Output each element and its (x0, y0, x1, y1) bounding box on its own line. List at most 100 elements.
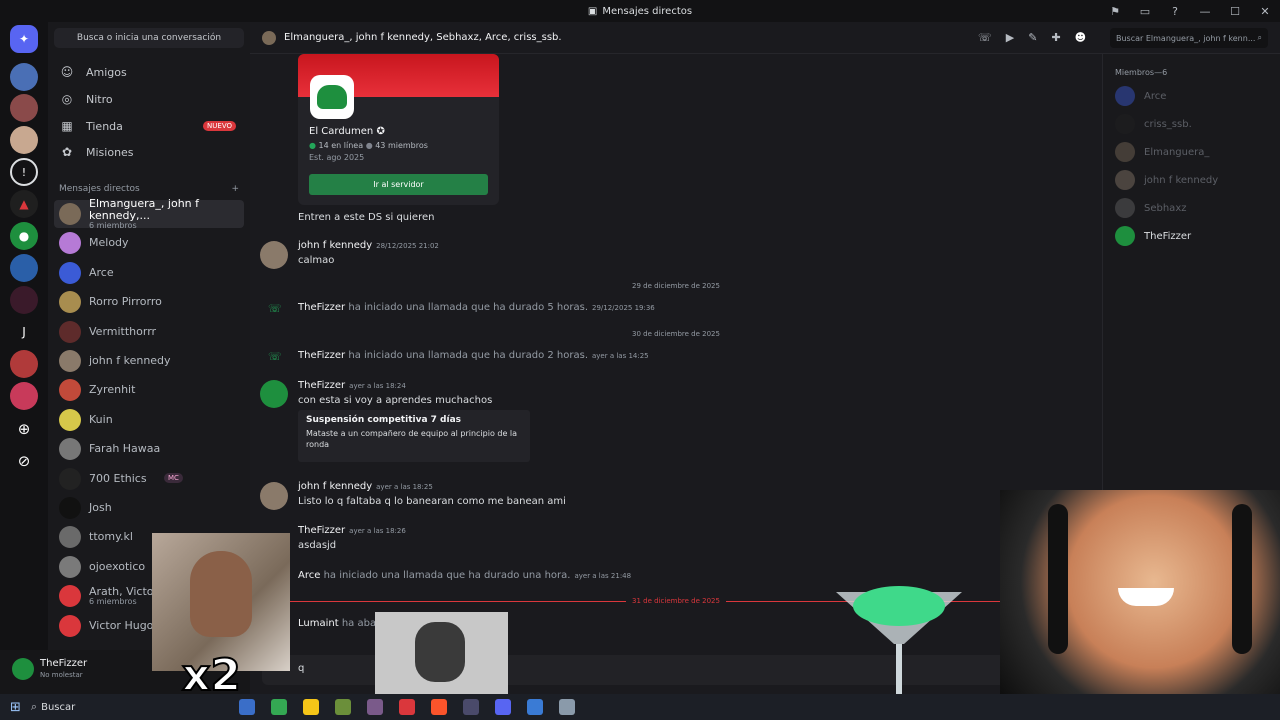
dm-item[interactable]: MC 700 Ethics (54, 465, 244, 493)
avatar (1115, 86, 1135, 106)
dm-labels: ojoexotico (89, 560, 145, 573)
server-icon[interactable] (10, 254, 38, 282)
nav-shop[interactable]: ▦ Tienda NUEVO (58, 114, 244, 138)
search-conversation-button[interactable]: Busca o inicia una conversación (54, 28, 244, 48)
member-item[interactable]: Arce (1115, 86, 1166, 106)
server-icon[interactable] (10, 350, 38, 378)
server-icon[interactable] (10, 382, 38, 410)
server-icon[interactable] (10, 94, 38, 122)
clock-icon[interactable]: ! (10, 158, 38, 186)
taskbar-search-icon: ⌕ (30, 700, 38, 713)
search-icon: ⌕ (1257, 33, 1262, 42)
app-icon[interactable] (527, 699, 544, 715)
date-divider: 30 de diciembre de 2025 (632, 330, 720, 338)
taskbar-search[interactable]: Buscar (41, 702, 231, 713)
dm-name: Farah Hawaa (89, 442, 161, 456)
dm-labels: Elmanguera_, john f kennedy,... 6 miembro… (89, 197, 244, 231)
member-item[interactable]: TheFizzer (1115, 226, 1191, 246)
add-dm-icon[interactable]: + (231, 184, 239, 194)
dm-item[interactable]: Rorro Pirrorro (54, 288, 244, 316)
window-title: Mensajes directos (602, 5, 693, 17)
inbox-icon[interactable]: ⚑ (1100, 5, 1130, 18)
dm-name: Melody (89, 236, 129, 250)
dm-name: 700 Ethics (89, 471, 147, 485)
server-j-icon[interactable]: J (10, 318, 38, 346)
nav-nitro[interactable]: ◎ Nitro (58, 87, 244, 111)
nav-friends[interactable]: ☺ Amigos (58, 60, 244, 84)
avatar[interactable] (260, 482, 288, 510)
member-item[interactable]: Elmanguera_ (1115, 142, 1209, 162)
app-icon[interactable] (399, 699, 416, 715)
screen-icon[interactable]: ▭ (1130, 5, 1160, 18)
video-icon[interactable]: ▶ (1006, 31, 1014, 44)
member-item[interactable]: criss_ssb. (1115, 114, 1192, 134)
member-item[interactable]: Sebhaxz (1115, 198, 1186, 218)
explore-icon[interactable]: ⊘ (10, 447, 38, 475)
app-icon[interactable] (367, 699, 384, 715)
dm-item[interactable]: Vermitthorrr (54, 318, 244, 346)
avatar (1115, 198, 1135, 218)
chrome-icon[interactable] (271, 699, 288, 715)
explorer-icon[interactable] (303, 699, 320, 715)
dm-item[interactable]: Zyrenhit (54, 376, 244, 404)
call-icon[interactable]: ☏ (978, 31, 992, 44)
avatar (1115, 226, 1135, 246)
dm-header: Mensajes directos + (59, 184, 239, 194)
minimize-button[interactable]: — (1190, 5, 1220, 18)
avatar[interactable] (260, 380, 288, 408)
avatar (59, 585, 81, 608)
minecraft-icon[interactable] (335, 699, 352, 715)
message-text: Entren a este DS si quieren (298, 212, 435, 223)
server-icon[interactable] (10, 63, 38, 91)
dm-name: Victor Hugo (89, 618, 154, 632)
avatar (59, 408, 81, 431)
dm-labels: Kuin (89, 412, 113, 426)
headphone-left (1048, 504, 1068, 654)
dm-labels: Josh (89, 501, 112, 514)
dm-item[interactable]: john f kennedy (54, 347, 244, 375)
member-item[interactable]: john f kennedy (1115, 170, 1218, 190)
cardumen-server-icon[interactable]: ● (10, 222, 38, 250)
composer-input[interactable]: q (298, 663, 304, 674)
dm-item[interactable]: Elmanguera_, john f kennedy,... 6 miembro… (54, 197, 244, 231)
add-member-icon[interactable]: ✚ (1051, 31, 1060, 44)
dm-item[interactable]: Farah Hawaa (54, 435, 244, 463)
avatar (59, 379, 81, 402)
date-divider: 31 de diciembre de 2025 (260, 596, 1092, 606)
windows-start-icon[interactable]: ⊞ (10, 700, 21, 715)
dm-item[interactable]: Josh (54, 494, 244, 522)
vscode-icon[interactable] (239, 699, 256, 715)
app-icon[interactable] (463, 699, 480, 715)
avatar (59, 555, 81, 578)
close-button[interactable]: ✕ (1250, 5, 1280, 18)
avatar (1115, 114, 1135, 134)
message-text: calmao (298, 255, 335, 266)
windows-taskbar: ⊞ ⌕ Buscar (0, 694, 1280, 720)
server-icon[interactable] (10, 126, 38, 154)
pin-icon[interactable]: ✎ (1028, 31, 1037, 44)
avatar[interactable] (12, 658, 34, 680)
avatar (59, 614, 81, 637)
add-server-icon[interactable]: ⊕ (10, 415, 38, 443)
app-icon[interactable] (559, 699, 576, 715)
avatar[interactable] (260, 241, 288, 269)
help-icon[interactable]: ? (1160, 5, 1190, 18)
call-notice: Arce ha iniciado una llamada que ha dura… (298, 570, 632, 581)
message-text: asdasjd (298, 540, 337, 551)
discord-home-icon[interactable]: ✦ (10, 25, 38, 53)
chat-search-input[interactable]: Buscar Elmanguera_, john f kenn... ⌕ (1110, 28, 1268, 48)
discord-taskbar-icon[interactable] (495, 699, 512, 715)
members-icon[interactable]: ☻ (1075, 31, 1086, 44)
embed-title: Suspensión competitiva 7 días (306, 415, 462, 425)
dm-item[interactable]: Arce (54, 259, 244, 287)
dm-item[interactable]: Melody (54, 229, 244, 257)
group-avatar (262, 30, 276, 45)
dm-name: Kuin (89, 412, 113, 426)
dm-item[interactable]: Kuin (54, 406, 244, 434)
maximize-button[interactable]: ☐ (1220, 5, 1250, 18)
brave-icon[interactable] (431, 699, 448, 715)
server-icon[interactable] (10, 286, 38, 314)
phone-icon: ☏ (268, 302, 282, 315)
server-icon[interactable]: ▲ (10, 190, 38, 218)
nav-quests[interactable]: ✿ Misiones (58, 140, 244, 164)
